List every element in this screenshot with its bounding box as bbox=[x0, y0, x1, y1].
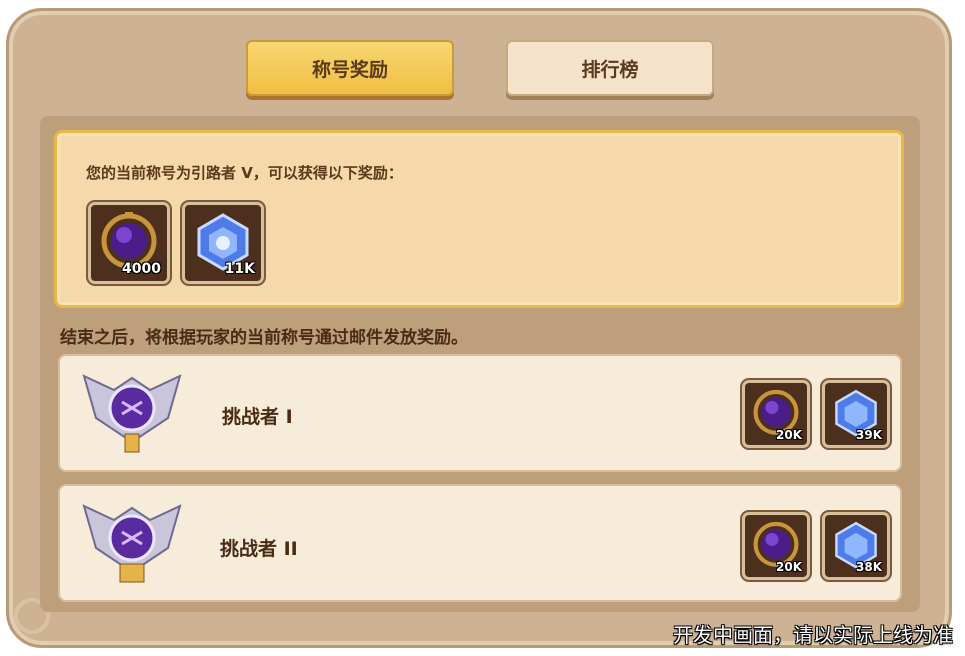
rank-reward-gem[interactable]: 39K bbox=[822, 380, 890, 448]
reward-amount: 20K bbox=[776, 428, 802, 442]
reward-amount: 39K bbox=[856, 428, 882, 442]
reward-amount: 38K bbox=[856, 560, 882, 574]
reward-amount: 20K bbox=[776, 560, 802, 574]
end-note: 结束之后，将根据玩家的当前称号通过邮件发放奖励。 bbox=[60, 328, 468, 348]
rank-reward-orb[interactable]: 20K bbox=[742, 512, 810, 580]
reward-amount: 4000 bbox=[122, 261, 161, 277]
tab-leaderboard[interactable]: 排行榜 bbox=[506, 40, 714, 96]
tab-title-rewards[interactable]: 称号奖励 bbox=[246, 40, 454, 96]
dev-watermark: 开发中画面，请以实际上线为准 bbox=[673, 623, 953, 647]
rank-badge-icon bbox=[82, 504, 182, 583]
rank-badge-icon bbox=[82, 374, 182, 453]
rank-name: 挑战者 II bbox=[220, 538, 298, 560]
current-title-text: 您的当前称号为引路者 V，可以获得以下奖励： bbox=[86, 164, 403, 182]
reward-item-orb[interactable]: 4000 bbox=[88, 202, 170, 284]
reward-item-gem[interactable]: 11K bbox=[182, 202, 264, 284]
rank-reward-orb[interactable]: 20K bbox=[742, 380, 810, 448]
rank-name: 挑战者 I bbox=[222, 406, 293, 428]
rank-reward-gem[interactable]: 38K bbox=[822, 512, 890, 580]
reward-amount: 11K bbox=[224, 261, 255, 277]
